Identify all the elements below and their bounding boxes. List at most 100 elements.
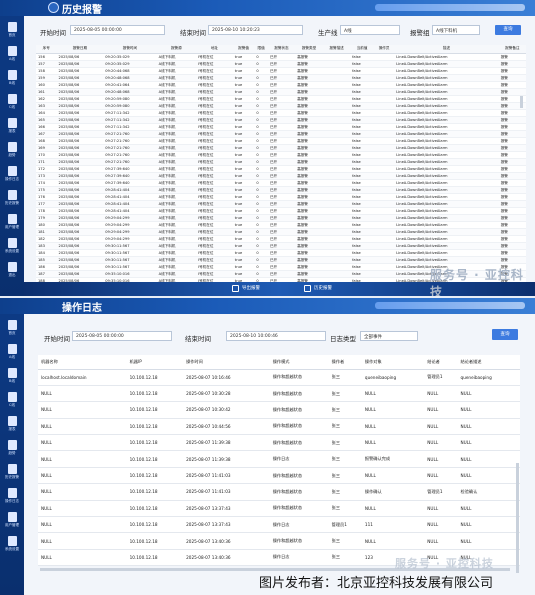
column-header[interactable]: 结论者 [424,355,458,370]
end-time-input[interactable]: 2025-08-10 10:20:23 [208,25,303,35]
column-header[interactable]: 操作模式 [269,355,329,370]
sidebar-item-0[interactable]: 首页 [3,320,21,340]
table-row[interactable]: 168 2025/08/06 09:27:21:760 A线下料机 I号机在位 true 0… [36,137,526,145]
column-header[interactable]: 报警描述 [323,45,351,54]
sidebar-item-9[interactable]: 系统设置 [3,238,21,258]
column-header[interactable]: 报警备注 [498,45,526,54]
start-time-input[interactable]: 2025-08-05 00:00:00 [70,25,165,35]
sidebar-item-5[interactable]: 趋势 [3,440,21,460]
sidebar-item-2[interactable]: B线 [3,70,21,90]
sidebar-item-5[interactable]: 趋势 [3,142,21,162]
table-row[interactable]: 185 2025/08/06 09:30:11:567 A线下料机 I号机在位 true 0… [36,256,526,264]
search-button[interactable]: 查询 [492,329,518,340]
table-row[interactable]: 161 2025/08/06 09:20:48:068 A线下料机 I号机在位 true 0… [36,88,526,96]
column-header[interactable]: 操作员 [373,45,395,54]
sidebar-item-10[interactable]: 退出 [3,262,21,282]
table-row[interactable]: 173 2025/08/06 09:27:39:640 A线下料机 I号机在位 true 0… [36,172,526,180]
column-header[interactable]: 地址 [196,45,233,54]
table-row[interactable]: 167 2025/08/06 09:27:21:760 A线下料机 I号机在位 true 0… [36,130,526,138]
table-row[interactable]: 170 2025/08/06 09:27:21:760 A线下料机 I号机在位 true 0… [36,151,526,159]
table-row[interactable]: 183 2025/08/06 09:30:11:567 A线下料机 I号机在位 true 0… [36,242,526,250]
sidebar-item-0[interactable]: 首页 [3,22,21,42]
table-cell: 161 [36,88,57,96]
sidebar-item-3[interactable]: C线 [3,392,21,412]
table-row[interactable]: 169 2025/08/06 09:27:21:760 A线下料机 I号机在位 true 0… [36,144,526,152]
sidebar-item-8[interactable]: 用户管理 [3,214,21,234]
table-cell [323,263,351,271]
table-row[interactable]: 156 2025/08/06 09:20:35:029 A线下料机 I号机在位 true 0… [36,53,526,61]
search-button[interactable]: 查询 [495,25,521,35]
column-header[interactable]: 报警日期 [56,45,104,54]
sidebar-item-4[interactable]: 报表 [3,416,21,436]
column-header[interactable]: 描述 [394,45,499,54]
table-row[interactable]: NULL 10.100.12.18 2025-08-07 11:39:38 操作日志张… [38,450,520,468]
start-time-input[interactable]: 2025-08-05 00:00:00 [72,331,172,341]
table-row[interactable]: 162 2025/08/06 09:20:59:080 A线下料机 I号机在位 true 0… [36,95,526,103]
sidebar-item-1[interactable]: A线 [3,46,21,66]
table-row[interactable]: NULL 10.100.12.18 2025-08-07 11:41:03 操作和超越… [38,483,520,501]
table-row[interactable]: 179 2025/08/06 09:29:04:299 A线下料机 I号机在位 true 0… [36,214,526,222]
table-scrollbar[interactable] [520,96,523,108]
column-header[interactable]: 操作者 [328,355,362,370]
table-row[interactable]: 163 2025/08/06 09:20:59:080 A线下料机 I号机在位 true 0… [36,102,526,110]
table-row[interactable]: 178 2025/08/06 09:28:41:404 A线下料机 I号机在位 true 0… [36,207,526,215]
column-header[interactable]: 报警值 [232,45,255,54]
sidebar-item-6[interactable]: 历史报警 [3,464,21,484]
column-header[interactable]: 报警时间 [103,45,157,54]
group-select[interactable]: A线下料机 [432,25,480,35]
table-row[interactable]: 165 2025/08/06 09:27:11:342 A线下料机 I号机在位 true 0… [36,116,526,124]
column-header[interactable]: 结论者描述 [457,355,520,370]
sidebar-item-2[interactable]: B线 [3,368,21,388]
table-row[interactable]: 158 2025/08/06 09:20:44:068 A线下料机 I号机在位 true 0… [36,67,526,75]
table-cell: 09:20:48:068 [103,74,157,82]
column-header[interactable]: 序号 [36,45,57,54]
column-header[interactable]: 报警源 [156,45,197,54]
table-row[interactable]: NULL 10.100.12.18 2025-08-07 13:40:36 操作和超越… [38,532,520,550]
table-row[interactable]: NULL 10.100.12.18 2025-08-07 13:37:43 操作日志管… [38,516,520,534]
log-type-select[interactable]: 全部事件 [360,331,418,341]
column-header[interactable]: 报警类型 [295,45,323,54]
table-row[interactable]: 174 2025/08/06 09:27:39:640 A线下料机 I号机在位 true 0… [36,179,526,187]
table-row[interactable]: 171 2025/08/06 09:27:21:760 A线下料机 I号机在位 true 0… [36,158,526,166]
history-alarm-button[interactable]: 历史报警 [314,285,332,291]
table-row[interactable]: 166 2025/08/06 09:27:11:342 A线下料机 I号机在位 true 0… [36,123,526,131]
column-header[interactable]: 操作对象 [361,355,425,370]
column-header[interactable]: 操作时间 [183,355,270,370]
sidebar-item-6[interactable]: 操作日志 [3,166,21,186]
table-row[interactable]: 157 2025/08/06 09:20:35:029 A线下料机 I号机在位 true 0… [36,60,526,68]
table-row[interactable]: NULL 10.100.12.18 2025-08-07 10:44:56 操作和超越… [38,418,520,436]
table-row[interactable]: NULL 10.100.12.18 2025-08-07 13:37:43 操作和超越… [38,500,520,518]
sidebar-item-1[interactable]: A线 [3,344,21,364]
table-row[interactable]: NULL 10.100.12.18 2025-08-07 10:30:42 操作和超越… [38,401,520,419]
table-row[interactable]: localhost.localdomain 10.100.12.18 2025-08… [38,369,520,386]
column-header[interactable]: 机器IP [126,355,184,370]
sidebar-item-9[interactable]: 系统设置 [3,536,21,556]
column-header[interactable]: 当前值 [350,45,374,54]
table-row[interactable]: 184 2025/08/06 09:30:11:567 A线下料机 I号机在位 true 0… [36,249,526,257]
column-header[interactable]: 限值 [254,45,268,54]
table-row[interactable]: NULL 10.100.12.18 2025-08-07 11:39:38 操作和超越… [38,434,520,452]
table-row[interactable]: 172 2025/08/06 09:27:39:640 A线下料机 I号机在位 true 0… [36,165,526,173]
table-row[interactable]: NULL 10.100.12.18 2025-08-07 11:41:03 操作和超越… [38,467,520,485]
table-scrollbar[interactable] [516,463,519,573]
sidebar-item-7[interactable]: 历史报警 [3,190,21,210]
column-header[interactable]: 报警状态 [267,45,296,54]
table-row[interactable]: 160 2025/08/06 09:20:41:064 A线下料机 I号机在位 true 0… [36,81,526,89]
export-alarm-button[interactable]: 导出报警 [242,285,260,291]
table-row[interactable]: NULL 10.100.12.18 2025-08-07 10:30:28 操作和超越… [38,385,520,403]
sidebar-item-8[interactable]: 用户管理 [3,512,21,532]
sidebar-item-7[interactable]: 操作日志 [3,488,21,508]
table-row[interactable]: 182 2025/08/06 09:29:04:299 A线下料机 I号机在位 true 0… [36,235,526,243]
end-time-input[interactable]: 2025-08-10 10:00:46 [226,331,326,341]
sidebar-item-4[interactable]: 报表 [3,118,21,138]
sidebar-item-3[interactable]: C线 [3,94,21,114]
table-row[interactable]: 180 2025/08/06 09:29:04:299 A线下料机 I号机在位 true 0… [36,221,526,229]
table-row[interactable]: 175 2025/08/06 09:28:41:404 A线下料机 I号机在位 true 0… [36,186,526,194]
table-row[interactable]: 177 2025/08/06 09:28:41:404 A线下料机 I号机在位 true 0… [36,200,526,208]
line-select[interactable]: A线 [340,25,400,35]
column-header[interactable]: 机器名称 [38,355,127,370]
table-row[interactable]: 176 2025/08/06 09:28:41:404 A线下料机 I号机在位 true 0… [36,193,526,201]
table-row[interactable]: 159 2025/08/06 09:20:48:068 A线下料机 I号机在位 true 0… [36,74,526,82]
table-row[interactable]: 181 2025/08/06 09:29:04:299 A线下料机 I号机在位 true 0… [36,228,526,236]
table-row[interactable]: 164 2025/08/06 09:27:11:342 A线下料机 I号机在位 true 0… [36,109,526,117]
